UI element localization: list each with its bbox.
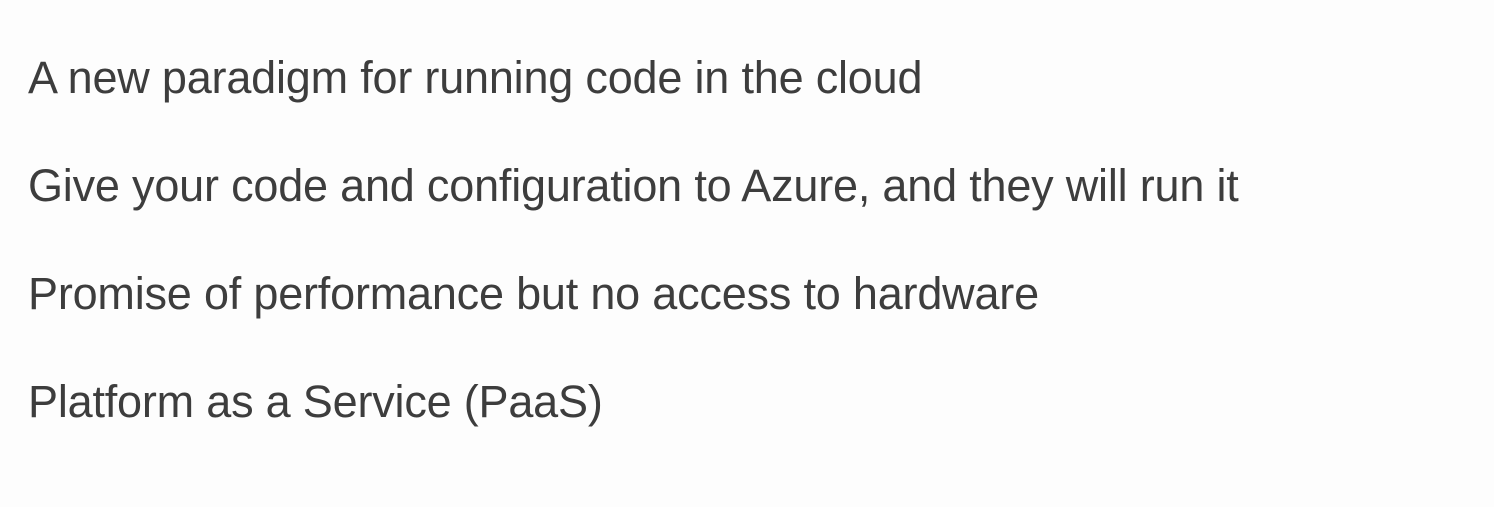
text-line-performance: Promise of performance but no access to …	[28, 268, 1039, 319]
text-line-azure-run: Give your code and configuration to Azur…	[28, 160, 1239, 211]
slide-content: A new paradigm for running code in the c…	[28, 48, 1468, 456]
text-line-paas: Platform as a Service (PaaS)	[28, 376, 603, 427]
text-line-paradigm: A new paradigm for running code in the c…	[28, 52, 923, 103]
